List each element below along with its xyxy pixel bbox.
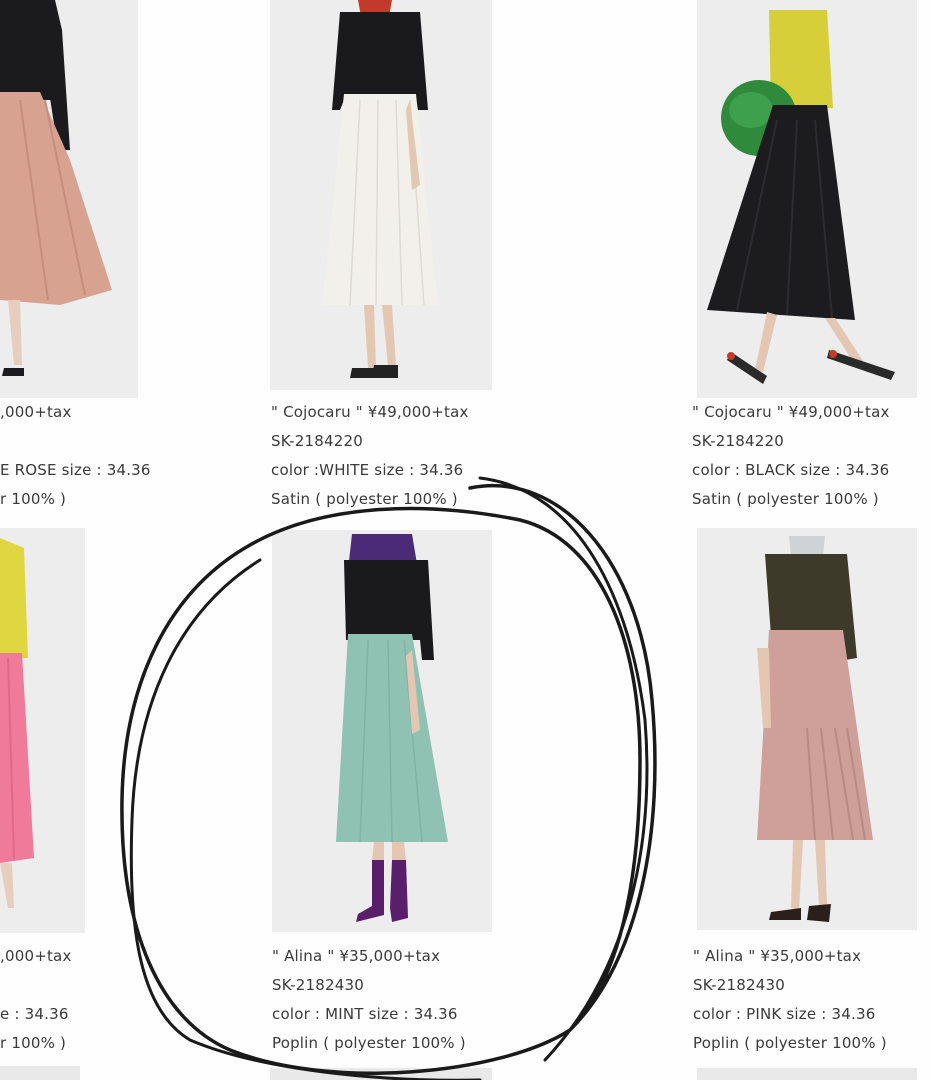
next-row-photo-left [0,1066,80,1080]
sku-line: SK-2184220 [692,432,784,450]
product-photo-alina-mint[interactable] [272,530,492,932]
sku-line: SK-2184220 [271,432,363,450]
sku-line: SK-2182430 [272,976,364,994]
product-photo-cojocaru-white[interactable] [270,0,492,390]
material-line: r 100% ) [0,1034,67,1052]
material-line: Satin ( polyester 100% ) [692,490,879,508]
product-caption-alina-pink: " Alina " ¥35,000+tax SK-2182430 color :… [693,942,887,1058]
product-caption-cojocaru-white: " Cojocaru " ¥49,000+tax SK-2184220 colo… [271,398,469,514]
color-size-line: color :WHITE size : 34.36 [271,461,464,479]
model-figure [757,536,873,922]
lookbook-page: ,000+tax E ROSE size : 34.36 r 100% ) " … [0,0,930,1080]
next-row-photo-middle [270,1068,492,1080]
color-size-line: E ROSE size : 34.36 [0,461,151,479]
model-figure [0,0,112,376]
size-line: e : 34.36 [0,1005,69,1023]
color-size-line: color : BLACK size : 34.36 [692,461,890,479]
product-caption-rose-skirt: ,000+tax E ROSE size : 34.36 r 100% ) [0,398,151,514]
next-row-photo-right [697,1068,917,1080]
model-figure [336,534,448,922]
material-line: r 100% ) [0,490,67,508]
color-size-line: color : PINK size : 34.36 [693,1005,876,1023]
price-line: ,000+tax [0,947,72,965]
model-figure [322,0,438,378]
name-price-line: " Cojocaru " ¥49,000+tax [271,403,469,421]
color-size-line: color : MINT size : 34.36 [272,1005,458,1023]
product-photo-cojocaru-black[interactable] [697,0,917,398]
material-line: Satin ( polyester 100% ) [271,490,458,508]
product-caption-cojocaru-black: " Cojocaru " ¥49,000+tax SK-2184220 colo… [692,398,890,514]
model-figure [707,10,895,384]
product-photo-rose-skirt[interactable] [0,0,138,398]
sku-line: SK-2182430 [693,976,785,994]
name-price-line: " Cojocaru " ¥49,000+tax [692,403,890,421]
model-figure [0,538,34,908]
price-line: ,000+tax [0,403,72,421]
material-line: Poplin ( polyester 100% ) [272,1034,466,1052]
product-photo-pink-skirt[interactable] [0,528,85,933]
material-line: Poplin ( polyester 100% ) [693,1034,887,1052]
name-price-line: " Alina " ¥35,000+tax [272,947,441,965]
product-photo-alina-pink[interactable] [697,528,917,930]
name-price-line: " Alina " ¥35,000+tax [693,947,862,965]
product-caption-pink-skirt: ,000+tax e : 34.36 r 100% ) [0,942,72,1058]
product-caption-alina-mint: " Alina " ¥35,000+tax SK-2182430 color :… [272,942,466,1058]
